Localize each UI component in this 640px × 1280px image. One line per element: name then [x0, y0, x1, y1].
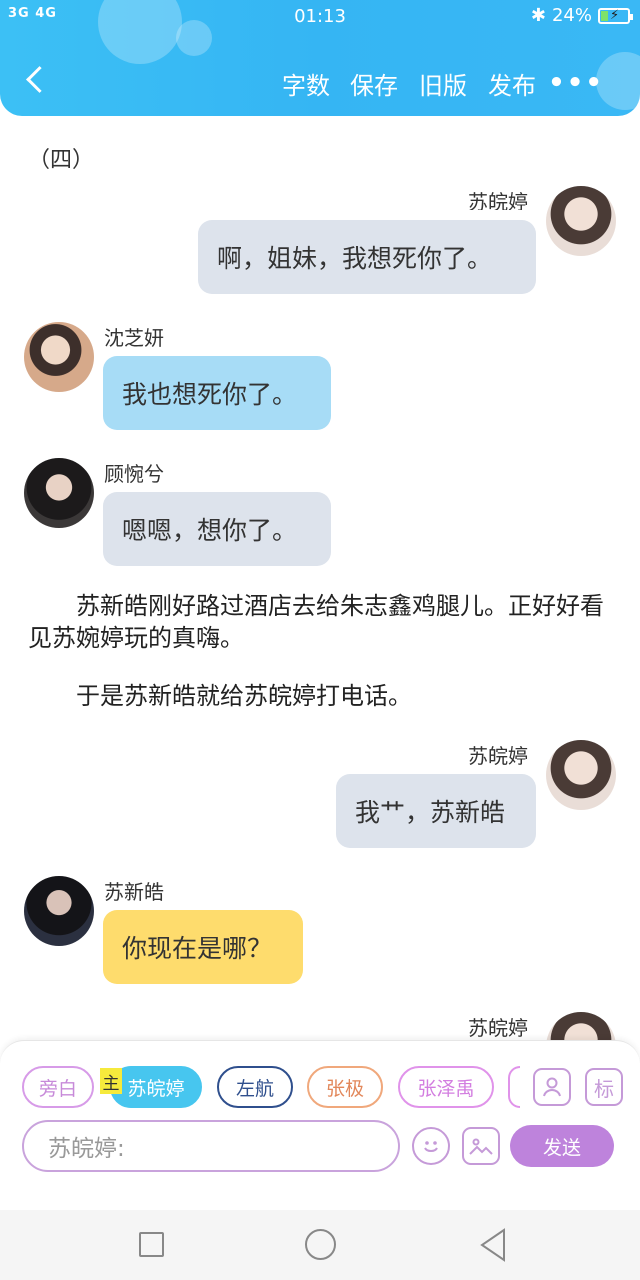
save-button[interactable]: 保存 [350, 66, 398, 101]
avatar[interactable] [24, 876, 94, 946]
message-bubble: 嗯嗯，想你了。 [103, 492, 331, 566]
narration-paragraph: 于是苏新皓就给苏皖婷打电话。 [28, 682, 412, 710]
publish-button[interactable]: 发布 [488, 66, 536, 101]
message-bubble: 你现在是哪？ [103, 910, 303, 984]
narration-paragraph: 苏新皓刚好路过酒店去给朱志鑫鸡腿儿。正好好看见苏婉婷玩的真嗨。 [28, 592, 604, 652]
avatar[interactable] [24, 322, 94, 392]
status-bar: 3G 4G 01:13 ✱ 24% ⚡ [0, 0, 640, 36]
charging-icon: ⚡ [610, 7, 620, 23]
smiley-icon [424, 1141, 438, 1152]
person-icon [543, 1077, 561, 1097]
battery-percent: 24% [551, 5, 592, 26]
role-chip[interactable]: 张泽禹 [398, 1066, 494, 1108]
home-button[interactable] [305, 1229, 336, 1260]
sender-name: 苏皖婷 [468, 1016, 528, 1040]
sender-name: 沈芝妍 [104, 326, 164, 350]
sender-name: 顾惋兮 [104, 462, 164, 486]
sender-name: 苏皖婷 [468, 744, 528, 768]
role-chip-active[interactable]: 苏皖婷 [110, 1066, 202, 1108]
avatar[interactable] [546, 186, 616, 256]
message-bubble: 我艹，苏新皓 [336, 774, 536, 848]
send-button[interactable]: 发送 [510, 1125, 614, 1167]
role-chip-partial[interactable] [508, 1066, 520, 1108]
sender-name: 苏皖婷 [468, 190, 528, 210]
status-right: ✱ 24% ⚡ [530, 5, 633, 26]
chapter-title: （四） [28, 148, 95, 173]
role-chip[interactable]: 左航 [217, 1066, 293, 1108]
word-count-button[interactable]: 字数 [282, 66, 330, 101]
back-button[interactable] [20, 60, 56, 100]
battery-icon: ⚡ [598, 7, 633, 24]
avatar[interactable] [546, 740, 616, 810]
tag-button[interactable]: 标 [585, 1068, 623, 1106]
person-icon[interactable] [533, 1068, 571, 1106]
old-version-button[interactable]: 旧版 [419, 66, 467, 101]
bluetooth-icon: ✱ [530, 5, 546, 26]
main-role-badge: 主 [100, 1068, 122, 1094]
message-bubble: 我也想死你了。 [103, 356, 331, 430]
image-icon[interactable] [462, 1127, 500, 1165]
recent-apps-button[interactable] [139, 1232, 164, 1257]
back-nav-button[interactable] [478, 1228, 508, 1262]
editor-toolbar: 字数 保存 旧版 发布 ••• [0, 56, 640, 108]
app-header: 3G 4G 01:13 ✱ 24% ⚡ 字数 保存 旧版 发布 ••• [0, 0, 640, 116]
sender-name: 苏新皓 [104, 880, 164, 904]
smiley-icon[interactable] [412, 1127, 450, 1165]
role-chip[interactable]: 张极 [307, 1066, 383, 1108]
avatar[interactable] [24, 458, 94, 528]
more-menu-button[interactable]: ••• [548, 68, 604, 98]
battery-fill [601, 10, 608, 21]
system-nav-bar [0, 1210, 640, 1280]
message-bubble: 啊，姐妹，我想死你了。 [198, 220, 536, 294]
role-chip-narrator[interactable]: 旁白 [22, 1066, 94, 1108]
image-icon [469, 1138, 493, 1155]
message-input[interactable]: 苏皖婷: [22, 1120, 400, 1172]
